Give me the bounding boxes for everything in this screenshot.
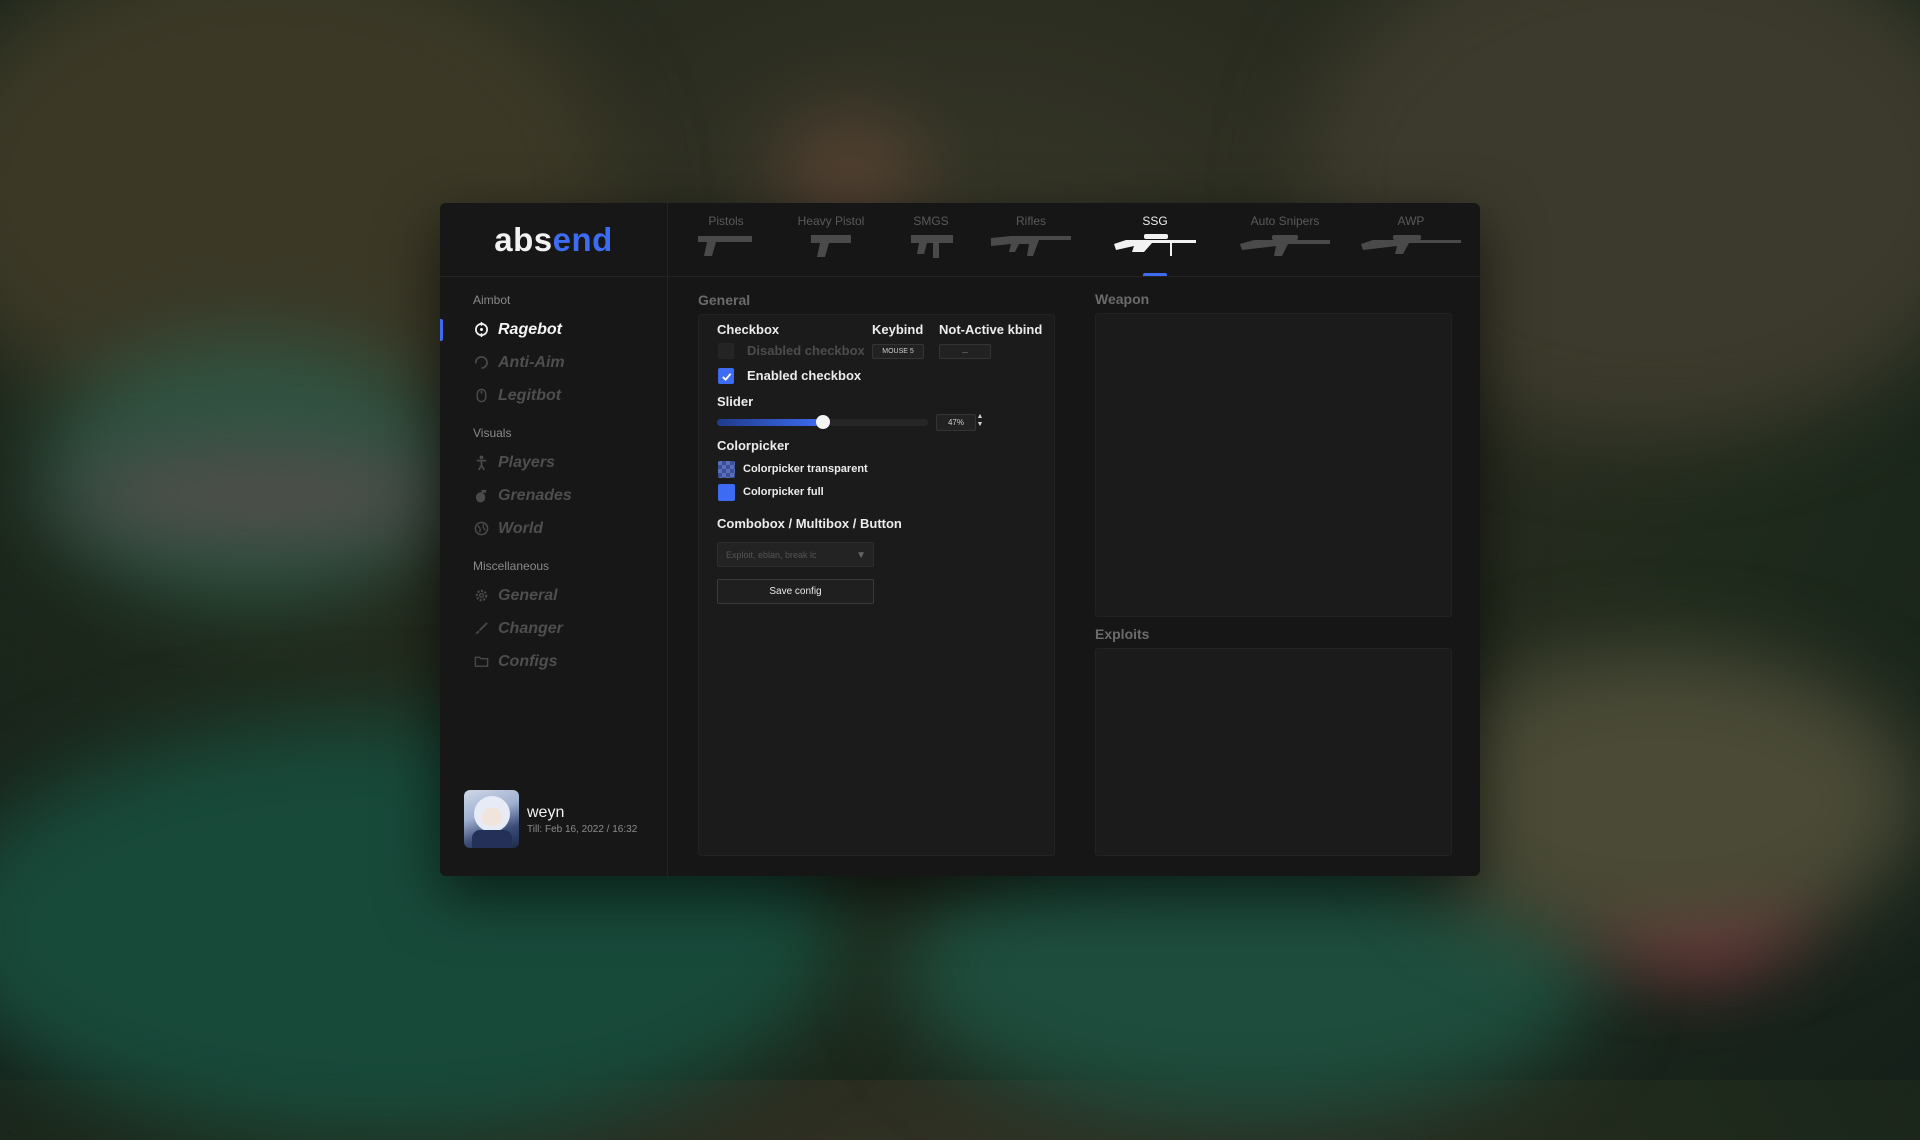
tab-label: Rifles: [1015, 214, 1046, 228]
ssg-icon: [1114, 234, 1196, 256]
enabled-checkbox-label: Enabled checkbox: [747, 368, 862, 383]
slider-stepper[interactable]: ▲ ▼: [976, 413, 984, 430]
tab-label: Auto Snipers: [1250, 214, 1320, 228]
dropdown-arrow-icon: ▼: [856, 550, 866, 561]
nav-section-aimbot: Aimbot: [473, 293, 511, 307]
sidebar-item-label: World: [498, 519, 544, 537]
keybind-header: Keybind: [872, 322, 924, 337]
tab-awp[interactable]: AWP: [1356, 203, 1466, 276]
awp-icon: [1361, 235, 1461, 254]
sidebar-item-anti-aim[interactable]: Anti-Aim: [440, 346, 667, 379]
mouse-icon: [473, 388, 489, 404]
tab-auto-snipers[interactable]: Auto Snipers: [1237, 203, 1333, 276]
username: weyn: [527, 803, 565, 821]
not-active-kbind-header: Not-Active kbind: [939, 322, 1043, 337]
tab-heavy-pistol[interactable]: Heavy Pistol: [788, 203, 874, 276]
pistol-icon: [698, 236, 752, 256]
weapon-panel: [1095, 313, 1452, 617]
nav-section-miscellaneous: Miscellaneous: [473, 559, 550, 573]
tab-label: Pistols: [708, 214, 744, 228]
weapon-panel-title: Weapon: [1095, 291, 1150, 307]
gear-icon: [473, 588, 489, 604]
grenade-icon: [473, 488, 489, 504]
slider[interactable]: [717, 415, 928, 429]
keybind-button[interactable]: MOUSE 5: [872, 344, 924, 359]
colorpicker-label: Colorpicker: [717, 438, 790, 453]
heavy-pistol-icon: [811, 235, 851, 257]
slider-fill: [717, 419, 823, 426]
sidebar-item-ragebot[interactable]: Ragebot: [440, 313, 667, 346]
sidebar-item-changer[interactable]: Changer: [440, 612, 667, 645]
person-icon: [473, 455, 489, 471]
sidebar-item-label: Changer: [498, 619, 563, 637]
check-icon: [721, 372, 731, 381]
slider-value[interactable]: 47%: [936, 414, 976, 431]
sidebar-item-label: Players: [498, 453, 555, 471]
sidebar-item-legitbot[interactable]: Legitbot: [440, 379, 667, 412]
subscription-expiry: Till: Feb 16, 2022 / 16:32: [527, 823, 638, 835]
sidebar-item-label: Anti-Aim: [498, 353, 565, 371]
enabled-checkbox[interactable]: [718, 368, 734, 384]
save-config-button[interactable]: Save config: [717, 579, 874, 604]
combobox-section-label: Combobox / Multibox / Button: [717, 516, 902, 531]
logo-text-end: end: [552, 220, 613, 258]
sidebar-item-grenades[interactable]: Grenades: [440, 479, 667, 512]
colorpicker-transparent-swatch[interactable]: [718, 461, 735, 478]
nav-section-visuals: Visuals: [473, 426, 512, 440]
disabled-checkbox-label: Disabled checkbox: [747, 343, 865, 358]
smg-icon: [911, 235, 953, 258]
rifle-icon: [991, 236, 1071, 256]
sidebar-item-players[interactable]: Players: [440, 446, 667, 479]
sidebar-nav: Aimbot Ragebot Anti-Aim Legitbot Visuals: [440, 293, 667, 678]
colorpicker-transparent-label: Colorpicker transparent: [743, 463, 868, 475]
cheat-menu-window: abs end Aimbot Ragebot Anti-Aim Legitbot…: [440, 203, 1480, 876]
user-profile: weyn Till: Feb 16, 2022 / 16:32: [464, 790, 637, 848]
multibox-dropdown[interactable]: Exploit, eblan, break lc ▼: [717, 542, 874, 567]
weapon-tabs: Pistols Heavy Pistol SMGS Rifles SSG Aut…: [668, 203, 1480, 277]
sidebar-item-label: Configs: [498, 652, 558, 670]
tab-ssg[interactable]: SSG: [1110, 203, 1200, 276]
sidebar-item-label: Ragebot: [498, 320, 562, 338]
sidebar: abs end Aimbot Ragebot Anti-Aim Legitbot…: [440, 203, 668, 876]
tab-label: SMGS: [913, 214, 949, 228]
colorpicker-full-label: Colorpicker full: [743, 486, 824, 498]
sidebar-item-label: General: [498, 586, 558, 604]
spin-icon: [473, 355, 489, 371]
sidebar-item-world[interactable]: World: [440, 512, 667, 545]
exploits-panel: [1095, 648, 1452, 856]
tab-pistols[interactable]: Pistols: [691, 203, 761, 276]
avatar: [464, 790, 519, 848]
tab-label: AWP: [1397, 214, 1425, 228]
sidebar-item-configs[interactable]: Configs: [440, 645, 667, 678]
brush-icon: [473, 621, 489, 637]
sidebar-item-general[interactable]: General: [440, 579, 667, 612]
tab-smgs[interactable]: SMGS: [901, 203, 961, 276]
sidebar-item-label: Legitbot: [498, 386, 562, 404]
checkbox-header: Checkbox: [717, 322, 780, 337]
exploits-panel-title: Exploits: [1095, 626, 1150, 642]
crosshair-icon: [473, 322, 489, 338]
slider-handle[interactable]: [816, 415, 830, 429]
logo-text-abs: abs: [494, 220, 553, 258]
tab-label: Heavy Pistol: [797, 214, 865, 228]
active-tab-indicator: [1143, 273, 1167, 276]
general-panel-title: General: [698, 292, 751, 308]
slider-label: Slider: [717, 394, 754, 409]
disabled-checkbox[interactable]: [718, 343, 734, 359]
tab-rifles[interactable]: Rifles: [987, 203, 1075, 276]
multibox-placeholder: Exploit, eblan, break lc: [726, 550, 817, 560]
colorpicker-full-swatch[interactable]: [718, 484, 735, 501]
tab-label: SSG: [1142, 214, 1168, 228]
not-active-kbind-button[interactable]: ...: [939, 344, 991, 359]
folder-icon: [473, 654, 489, 670]
logo: abs end: [440, 203, 667, 277]
sidebar-item-label: Grenades: [498, 486, 572, 504]
auto-sniper-icon: [1240, 235, 1330, 256]
globe-icon: [473, 521, 489, 537]
